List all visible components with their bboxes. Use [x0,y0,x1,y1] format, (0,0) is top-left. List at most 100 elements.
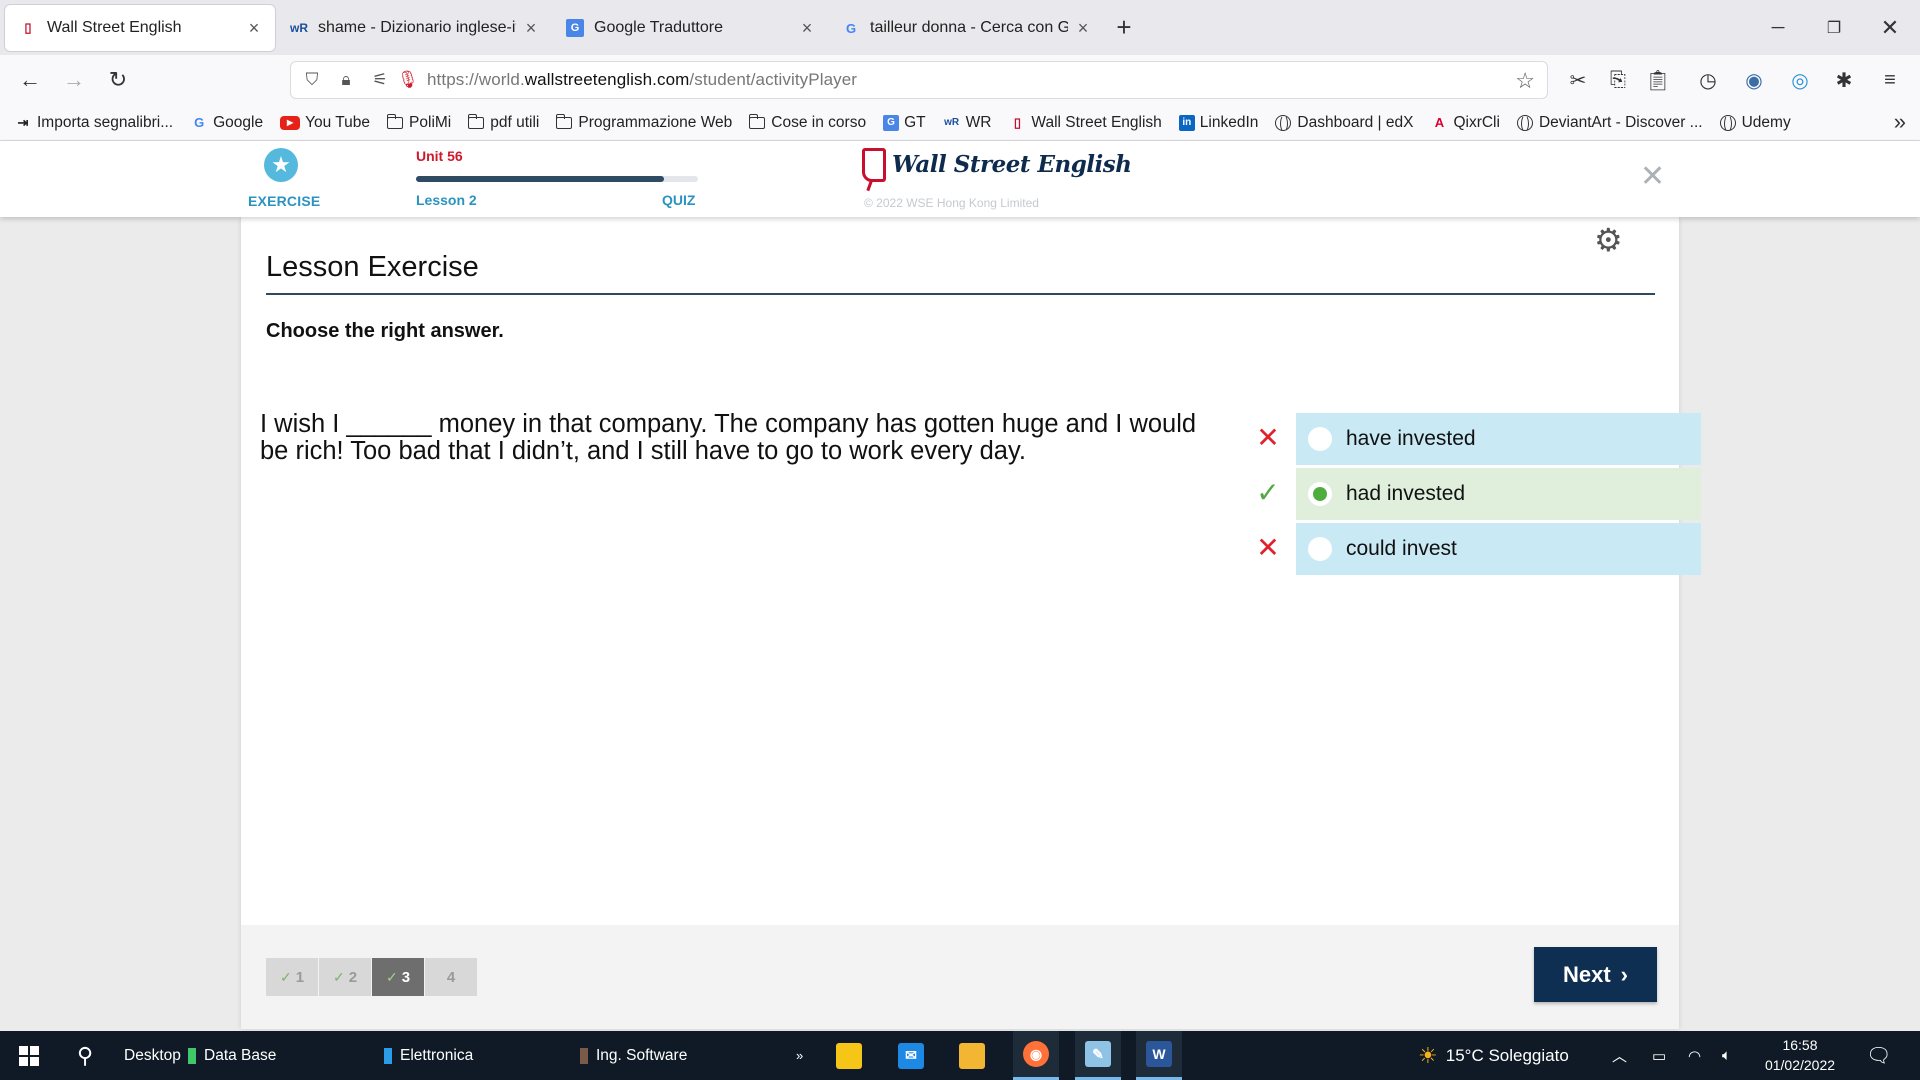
new-tab-button[interactable]: + [1104,0,1144,55]
bookmark-linkedin[interactable]: in LinkedIn [1178,114,1258,132]
step-2[interactable]: ✓ 2 [319,958,371,996]
browser-tab-bar: ▯ Wall Street English × wR shame - Dizio… [0,0,1920,55]
tab-google-search[interactable]: G tailleur donna - Cerca con Goog × [828,4,1104,52]
bookmark-deviantart[interactable]: DeviantArt - Discover ... [1516,114,1703,132]
notifications-icon[interactable]: 🗨︎ [1866,1031,1891,1080]
firefox-app[interactable]: ◉ [1013,1031,1059,1080]
close-icon[interactable]: × [798,18,816,39]
extension-globe-icon[interactable]: ◉ [1734,55,1774,105]
bookmark-import[interactable]: ⇥ Importa segnalibri... [14,114,174,132]
bookmark-youtube[interactable]: ▶ You Tube [280,114,370,132]
bookmark-wall-street-english[interactable]: ▯ Wall Street English [1008,114,1162,132]
url-text[interactable]: https://world.wallstreetenglish.com/stud… [427,70,857,90]
close-icon[interactable]: × [1074,18,1092,39]
wse-logo-text: Wall Street English [892,151,1132,178]
close-icon[interactable]: × [245,18,263,39]
next-button[interactable]: Next › [1534,947,1657,1002]
tab-google-translate[interactable]: G Google Traduttore × [552,4,828,52]
close-icon[interactable]: × [522,18,540,39]
wifi-icon[interactable]: ◠ [1688,1031,1701,1080]
tab-wall-street-english[interactable]: ▯ Wall Street English × [4,4,276,52]
bookmark-edx[interactable]: Dashboard | edX [1275,114,1413,132]
desktop-toolbar[interactable]: Desktop [124,1031,181,1080]
folder-icon [386,113,404,129]
taskbar-folder-elettronica[interactable]: Elettronica [384,1031,473,1080]
page-content: ★ EXERCISE Unit 56 Lesson 2 QUIZ Wall St… [0,141,1920,1031]
wr-icon: wR [944,117,960,128]
weather-widget[interactable]: ☀ 15°C Soleggiato [1418,1031,1569,1080]
windows-start-button[interactable] [18,1031,40,1080]
radio-button[interactable] [1308,537,1332,561]
extension-ring-icon[interactable]: ◎ [1780,55,1820,105]
radio-button-selected[interactable] [1308,482,1332,506]
permissions-icon[interactable]: ⚟ [363,70,397,90]
bookmark-cose-in-corso[interactable]: Cose in corso [748,113,866,132]
cross-icon: ✕ [1256,422,1280,453]
window-close-button[interactable]: ✕ [1862,0,1918,55]
copy-icon[interactable]: ⎘ [1598,55,1638,105]
cut-icon[interactable]: ✂ [1558,55,1598,105]
step-4[interactable]: 4 [425,958,477,996]
sun-cloud-icon: ☀ [1418,1042,1438,1068]
sticky-notes-app[interactable] [829,1031,869,1080]
chevron-double-right-icon[interactable]: » [1894,109,1906,135]
step-3[interactable]: ✓ 3 [372,958,424,996]
restore-button[interactable]: ❐ [1806,0,1862,55]
paste-icon[interactable]: 📋︎ [1638,55,1678,105]
battery-icon[interactable]: ▭ [1652,1031,1666,1080]
question-steps: ✓ 1 ✓ 2 ✓ 3 4 [266,958,478,996]
cross-icon: ✕ [1256,532,1280,563]
taskbar-clock[interactable]: 16:58 01/02/2022 [1760,1035,1840,1075]
extension-puzzle-icon[interactable]: ✱ [1824,55,1864,105]
taskbar-folder-data-base[interactable]: Data Base [188,1031,276,1080]
mail-icon: ✉ [898,1042,924,1069]
menu-icon[interactable]: ≡ [1870,55,1910,105]
search-icon[interactable]: ⚲ [77,1031,93,1080]
check-icon: ✓ [385,968,398,985]
minimize-button[interactable]: ─ [1750,0,1806,55]
word-app[interactable]: W [1136,1031,1182,1080]
lesson-label: Lesson 2 [416,192,477,208]
bookmark-programmazione-web[interactable]: Programmazione Web [555,113,732,132]
file-explorer-app[interactable] [952,1031,992,1080]
back-button[interactable]: ← [8,60,52,100]
bookmark-qixrcli[interactable]: A QixrCli [1430,114,1500,132]
reload-button[interactable]: ↻ [96,60,140,100]
check-icon: ✓ [279,968,292,985]
history-icon[interactable]: ◷ [1688,55,1728,105]
notepad-app[interactable]: ✎ [1075,1031,1121,1080]
globe-icon [1719,114,1736,132]
chevron-double-right-icon[interactable]: » [796,1031,803,1080]
chevron-up-icon[interactable]: ︿ [1612,1031,1627,1080]
mail-app[interactable]: ✉ [891,1031,931,1080]
address-bar[interactable]: ⛉ 🔒︎ ⚟ 🎙︎ https://world.wallstreetenglis… [290,61,1548,99]
volume-icon[interactable]: 🔈︎ [1722,1031,1731,1080]
answer-option-button[interactable]: had invested [1296,468,1701,520]
radio-button[interactable] [1308,427,1332,451]
bookmark-gt[interactable]: G GT [883,114,926,132]
bookmark-udemy[interactable]: Udemy [1719,114,1791,132]
bookmark-polimi[interactable]: PoliMi [386,113,451,132]
exercise-card: ⚙ Lesson Exercise Choose the right answe… [241,217,1701,1029]
wse-logo-icon: ▯ [1013,114,1021,130]
answer-option-button[interactable]: have invested [1296,413,1701,465]
answer-option-button[interactable]: could invest [1296,523,1701,575]
close-activity-icon[interactable]: ✕ [1640,159,1665,194]
forward-button[interactable]: → [52,60,96,100]
shield-icon[interactable]: ⛉ [295,70,329,90]
tab-wordreference[interactable]: wR shame - Dizionario inglese-italia × [276,4,552,52]
step-1[interactable]: ✓ 1 [266,958,318,996]
bookmark-wr[interactable]: wR WR [943,114,991,132]
bookmark-flag-icon [188,1047,196,1064]
answer-label: have invested [1346,427,1476,450]
youtube-icon: ▶ [280,115,301,130]
gear-icon[interactable]: ⚙ [1594,221,1623,259]
bookmark-pdf-utili[interactable]: pdf utili [467,113,539,132]
microphone-icon[interactable]: 🎙︎ [397,70,419,90]
taskbar-folder-ing-software[interactable]: Ing. Software [580,1031,687,1080]
google-translate-icon: G [883,114,900,131]
instruction-text: Choose the right answer. [266,320,504,342]
bookmark-star-icon[interactable]: ☆ [1515,68,1535,94]
lock-icon[interactable]: 🔒︎ [329,70,363,90]
bookmark-google[interactable]: G Google [190,114,263,132]
